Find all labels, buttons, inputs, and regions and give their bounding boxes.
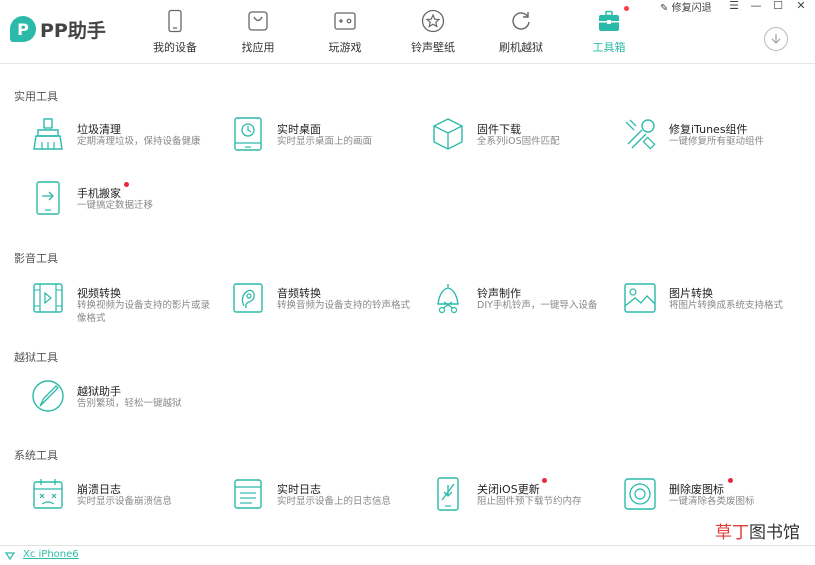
tablet-clock-icon [234, 117, 262, 151]
tool-image-convert[interactable]: 图片转换 将图片转换成系统支持格式 [622, 280, 812, 320]
nav-label: 刷机越狱 [499, 41, 543, 54]
nav-find-app[interactable]: 找应用 [218, 0, 298, 63]
cube-icon [433, 118, 463, 150]
tool-desc: 阻止固件预下载节约内存 [477, 496, 582, 507]
notification-dot [124, 182, 129, 187]
tool-desc: 一键修复所有驱动组件 [669, 136, 765, 147]
download-button[interactable] [764, 27, 788, 51]
star-icon [421, 9, 445, 33]
tool-desc: 转换音频为设备支持的铃声格式 [277, 300, 411, 311]
nav-label: 找应用 [241, 41, 275, 54]
tool-desc: 告别繁琐，轻松一键越狱 [77, 398, 182, 409]
app-title: PP助手 [40, 19, 106, 42]
maximize-button[interactable]: ☐ [771, 0, 785, 12]
tool-phone-transfer[interactable]: 手机搬家 一键搞定数据迁移 [30, 180, 220, 220]
nav-label: 我的设备 [153, 41, 197, 54]
log-list-icon [234, 479, 262, 509]
tool-jailbreak-assistant[interactable]: 越狱助手 告别繁琐，轻松一键越狱 [30, 378, 220, 418]
trash-circle-icon [624, 478, 656, 510]
notification-dot [728, 478, 733, 483]
pp-logo-icon: P [10, 16, 36, 42]
tool-desc: 实时显示设备崩溃信息 [77, 496, 173, 507]
tool-desc: 定期清理垃圾，保持设备健康 [77, 136, 201, 147]
tool-desc: 实时显示桌面上的画面 [277, 136, 373, 147]
phone-block-icon [437, 477, 459, 511]
repair-crash-button[interactable]: ✎ 修复闪退 [660, 0, 712, 14]
refresh-icon [512, 12, 530, 30]
jailbreak-pen-icon [32, 380, 64, 412]
repair-label: 修复闪退 [671, 3, 712, 14]
tool-desc: 全系列iOS固件匹配 [477, 136, 560, 147]
tool-audio-convert[interactable]: 音频转换 转换音频为设备支持的铃声格式 [230, 280, 420, 320]
wrench-icon [625, 119, 656, 150]
app-header: P PP助手 我的设备 找应用 玩游戏 铃声壁纸 刷机越狱 工具箱 ✎ 修复闪退… [0, 0, 815, 64]
phone-transfer-icon [36, 181, 60, 215]
bell-scissors-icon [437, 284, 459, 314]
menu-icon[interactable]: ☰ [727, 0, 741, 12]
gamepad-icon [334, 12, 356, 30]
tool-junk-clean[interactable]: 垃圾清理 定期清理垃圾，保持设备健康 [30, 116, 220, 156]
nav-label: 玩游戏 [328, 41, 362, 54]
audio-icon [233, 283, 263, 313]
nav-games[interactable]: 玩游戏 [305, 0, 385, 63]
section-title: 实用工具 [14, 90, 58, 103]
download-arrow-icon [771, 34, 781, 44]
nav-label: 工具箱 [592, 41, 626, 54]
close-button[interactable]: ✕ [794, 0, 808, 12]
watermark-part2: 图书馆 [749, 523, 800, 543]
notification-dot [624, 6, 629, 11]
nav-label: 铃声壁纸 [411, 41, 455, 54]
watermark-part1: 草丁 [715, 523, 749, 543]
tool-remove-dead-icons[interactable]: 删除废图标 一键清除各类废图标 [622, 476, 812, 516]
app-logo: P PP助手 [10, 14, 106, 44]
tool-firmware-download[interactable]: 固件下载 全系列iOS固件匹配 [430, 116, 620, 156]
tool-disable-ios-update[interactable]: 关闭iOS更新 阻止固件预下载节约内存 [430, 476, 620, 516]
tool-desc: 转换视频为设备支持的影片或录像格式 [77, 300, 211, 324]
tool-live-desktop[interactable]: 实时桌面 实时显示桌面上的画面 [230, 116, 420, 156]
wrench-small-icon: ✎ [660, 3, 669, 14]
picture-icon [624, 283, 656, 313]
tool-crash-log[interactable]: 崩溃日志 实时显示设备崩溃信息 [30, 476, 220, 516]
app-bag-icon [248, 11, 268, 31]
broom-icon [33, 118, 63, 150]
device-name-link[interactable]: Xc iPhone6 [23, 549, 79, 560]
tool-desc: 将图片转换成系统支持格式 [669, 300, 784, 311]
status-bar: Xc iPhone6 [0, 545, 815, 565]
tool-desc: 一键清除各类废图标 [669, 496, 755, 507]
toolbox-icon [599, 10, 619, 31]
nav-ringtones-wallpapers[interactable]: 铃声壁纸 [393, 0, 473, 63]
section-title: 影音工具 [14, 252, 58, 265]
nav-flash-jailbreak[interactable]: 刷机越狱 [481, 0, 561, 63]
notification-dot [542, 478, 547, 483]
section-title: 系统工具 [14, 449, 58, 462]
nav-toolbox[interactable]: 工具箱 [569, 0, 649, 63]
chevron-down-icon[interactable] [5, 552, 15, 560]
tool-ringtone-maker[interactable]: 铃声制作 DIY手机铃声，一键导入设备 [430, 280, 620, 320]
phone-icon [168, 9, 182, 33]
watermark: 草丁图书馆 [715, 518, 800, 543]
crash-calendar-icon [33, 479, 63, 509]
nav-my-device[interactable]: 我的设备 [135, 0, 215, 63]
film-icon [33, 283, 63, 313]
tool-desc: DIY手机铃声，一键导入设备 [477, 300, 598, 311]
tool-desc: 实时显示设备上的日志信息 [277, 496, 392, 507]
tool-repair-itunes[interactable]: 修复iTunes组件 一键修复所有驱动组件 [622, 116, 812, 156]
tool-video-convert[interactable]: 视频转换 转换视频为设备支持的影片或录像格式 [30, 280, 220, 324]
tool-desc: 一键搞定数据迁移 [77, 200, 154, 211]
minimize-button[interactable]: — [749, 0, 763, 12]
section-title: 越狱工具 [14, 351, 58, 364]
tool-live-log[interactable]: 实时日志 实时显示设备上的日志信息 [230, 476, 420, 516]
